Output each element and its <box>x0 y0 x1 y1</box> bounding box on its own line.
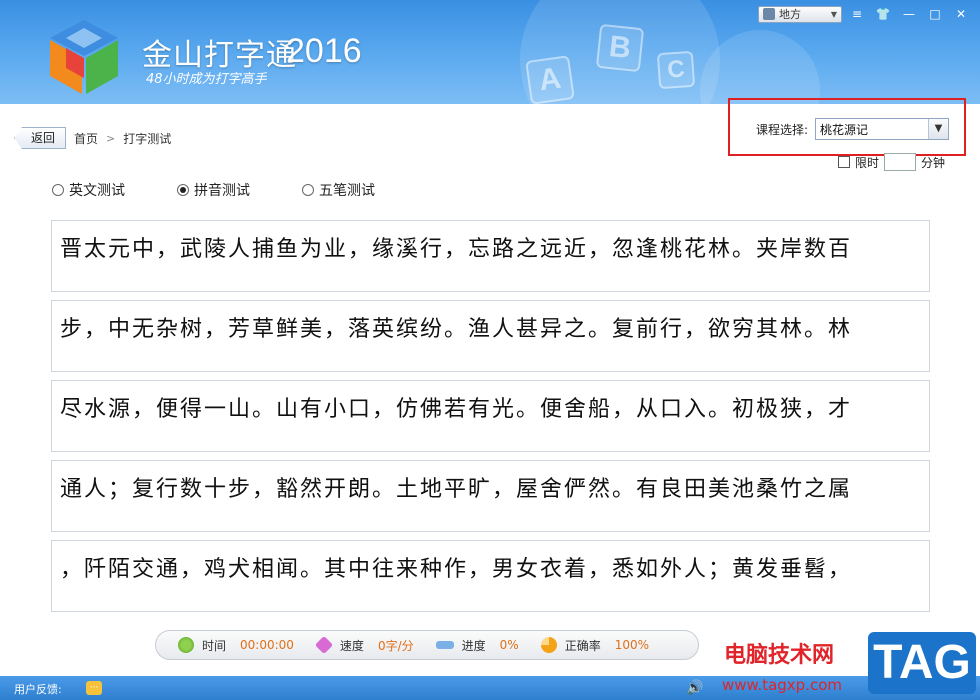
minutes-label: 分钟 <box>921 155 946 170</box>
test-mode-group: 英文测试 拼音测试 五笔测试 <box>52 180 427 200</box>
stat-speed: 速度 0字/分 <box>314 635 414 655</box>
chevron-down-icon: ▼ <box>830 9 837 19</box>
stats-bar: 时间 00:00:00 速度 0字/分 进度 0% 正确率 100% <box>155 630 699 660</box>
app-year: 2016 <box>286 32 362 70</box>
stat-progress-value: 0% <box>499 638 519 652</box>
mode-pinyin[interactable]: 拼音测试 <box>177 180 250 200</box>
mode-wubi-label: 五笔测试 <box>319 183 375 199</box>
typing-line[interactable]: 晋太元中，武陵人捕鱼为业，缘溪行，忘路之远近，忽逢桃花林。夹岸数百 <box>51 220 930 292</box>
stat-time-label: 时间 <box>202 638 227 653</box>
accuracy-icon <box>540 637 557 653</box>
radio-wubi[interactable] <box>302 184 314 196</box>
line-text: 通人；复行数十步，豁然开朗。土地平旷，屋舍俨然。有良田美池桑竹之属 <box>60 477 853 502</box>
stat-speed-value: 0字/分 <box>377 638 414 653</box>
progress-icon <box>435 641 454 649</box>
minimize-button[interactable]: — <box>898 5 920 23</box>
clock-icon <box>178 637 194 653</box>
stat-accuracy: 正确率 100% <box>540 637 650 654</box>
back-button[interactable]: 返回 <box>14 127 66 149</box>
breadcrumb-home[interactable]: 首页 <box>74 130 98 147</box>
line-text: 尽水源，便得一山。山有小口，仿佛若有光。便舍船，从口入。初极狭，才 <box>60 397 853 422</box>
mode-pinyin-label: 拼音测试 <box>194 183 250 199</box>
menu-icon[interactable]: ≡ <box>846 5 868 23</box>
minutes-input[interactable] <box>884 153 917 171</box>
radio-english[interactable] <box>52 184 64 196</box>
app-logo-icon <box>50 20 118 94</box>
stat-accuracy-value: 100% <box>614 638 650 652</box>
user-account-button[interactable]: 地方 ▼ <box>758 5 842 23</box>
typing-line[interactable]: 步，中无杂树，芳草鲜美，落英缤纷。渔人甚异之。复前行，欲穷其林。林 <box>51 300 930 372</box>
shirt-icon[interactable]: 👕 <box>872 5 894 23</box>
course-select-value: 桃花源记 <box>820 122 869 137</box>
stat-time: 时间 00:00:00 <box>178 637 294 654</box>
close-button[interactable]: ✕ <box>950 5 972 23</box>
typing-line[interactable]: 尽水源，便得一山。山有小口，仿佛若有光。便舍船，从口入。初极狭，才 <box>51 380 930 452</box>
time-limit-label: 限时 <box>855 155 880 170</box>
feedback-label: 用户反馈: <box>14 683 62 696</box>
typing-area: 晋太元中，武陵人捕鱼为业，缘溪行，忘路之远近，忽逢桃花林。夹岸数百 步，中无杂树… <box>51 220 930 620</box>
window-controls: 地方 ▼ ≡ 👕 — □ ✕ <box>758 5 972 23</box>
app-slogan: 48小时成为打字高手 <box>146 72 267 87</box>
time-limit: 限时 分钟 <box>838 153 945 171</box>
typing-line[interactable]: ，阡陌交通，鸡犬相闻。其中往来种作，男女衣着，悉如外人；黄发垂髫， <box>51 540 930 612</box>
decor-letter-b: B <box>595 23 645 73</box>
watermark-url: www.tagxp.com <box>722 676 842 694</box>
breadcrumb: 返回 首页 > 打字测试 <box>14 127 171 149</box>
breadcrumb-separator: > <box>106 131 116 145</box>
chevron-down-icon[interactable]: ▼ <box>928 119 948 139</box>
mode-english[interactable]: 英文测试 <box>52 180 125 200</box>
app-header: 金山打字通 2016 48小时成为打字高手 A B C 地方 ▼ ≡ 👕 — □… <box>0 0 980 104</box>
breadcrumb-typing-test: 打字测试 <box>123 131 172 146</box>
course-select[interactable]: 桃花源记 ▼ <box>815 118 949 140</box>
typing-line[interactable]: 通人；复行数十步，豁然开朗。土地平旷，屋舍俨然。有良田美池桑竹之属 <box>51 460 930 532</box>
decor-letter-a: A <box>525 55 575 104</box>
decor-letter-c: C <box>656 50 696 90</box>
stat-accuracy-label: 正确率 <box>564 638 601 653</box>
stat-time-value: 00:00:00 <box>240 638 294 652</box>
course-select-label: 课程选择: <box>756 123 809 137</box>
stat-progress: 进度 0% <box>435 637 519 654</box>
feedback-icon[interactable]: ··· <box>86 681 102 695</box>
watermark-site-name: 电脑技术网 <box>724 643 835 668</box>
maximize-button[interactable]: □ <box>924 5 946 23</box>
line-text: 晋太元中，武陵人捕鱼为业，缘溪行，忘路之远近，忽逢桃花林。夹岸数百 <box>60 237 853 262</box>
watermark-tag-logo: TAG <box>868 632 976 694</box>
stat-speed-label: 速度 <box>339 638 364 653</box>
user-label: 地方 <box>779 8 801 21</box>
line-text: ，阡陌交通，鸡犬相闻。其中往来种作，男女衣着，悉如外人；黄发垂髫， <box>60 557 853 582</box>
mode-wubi[interactable]: 五笔测试 <box>302 180 375 200</box>
time-limit-checkbox[interactable] <box>838 156 850 168</box>
speed-icon <box>314 635 333 655</box>
radio-pinyin[interactable] <box>177 184 189 196</box>
mode-english-label: 英文测试 <box>69 183 125 199</box>
user-icon <box>763 8 775 20</box>
line-text: 步，中无杂树，芳草鲜美，落英缤纷。渔人甚异之。复前行，欲穷其林。林 <box>60 317 853 342</box>
stat-progress-label: 进度 <box>461 638 486 653</box>
volume-icon[interactable]: 🔊 <box>686 680 703 696</box>
